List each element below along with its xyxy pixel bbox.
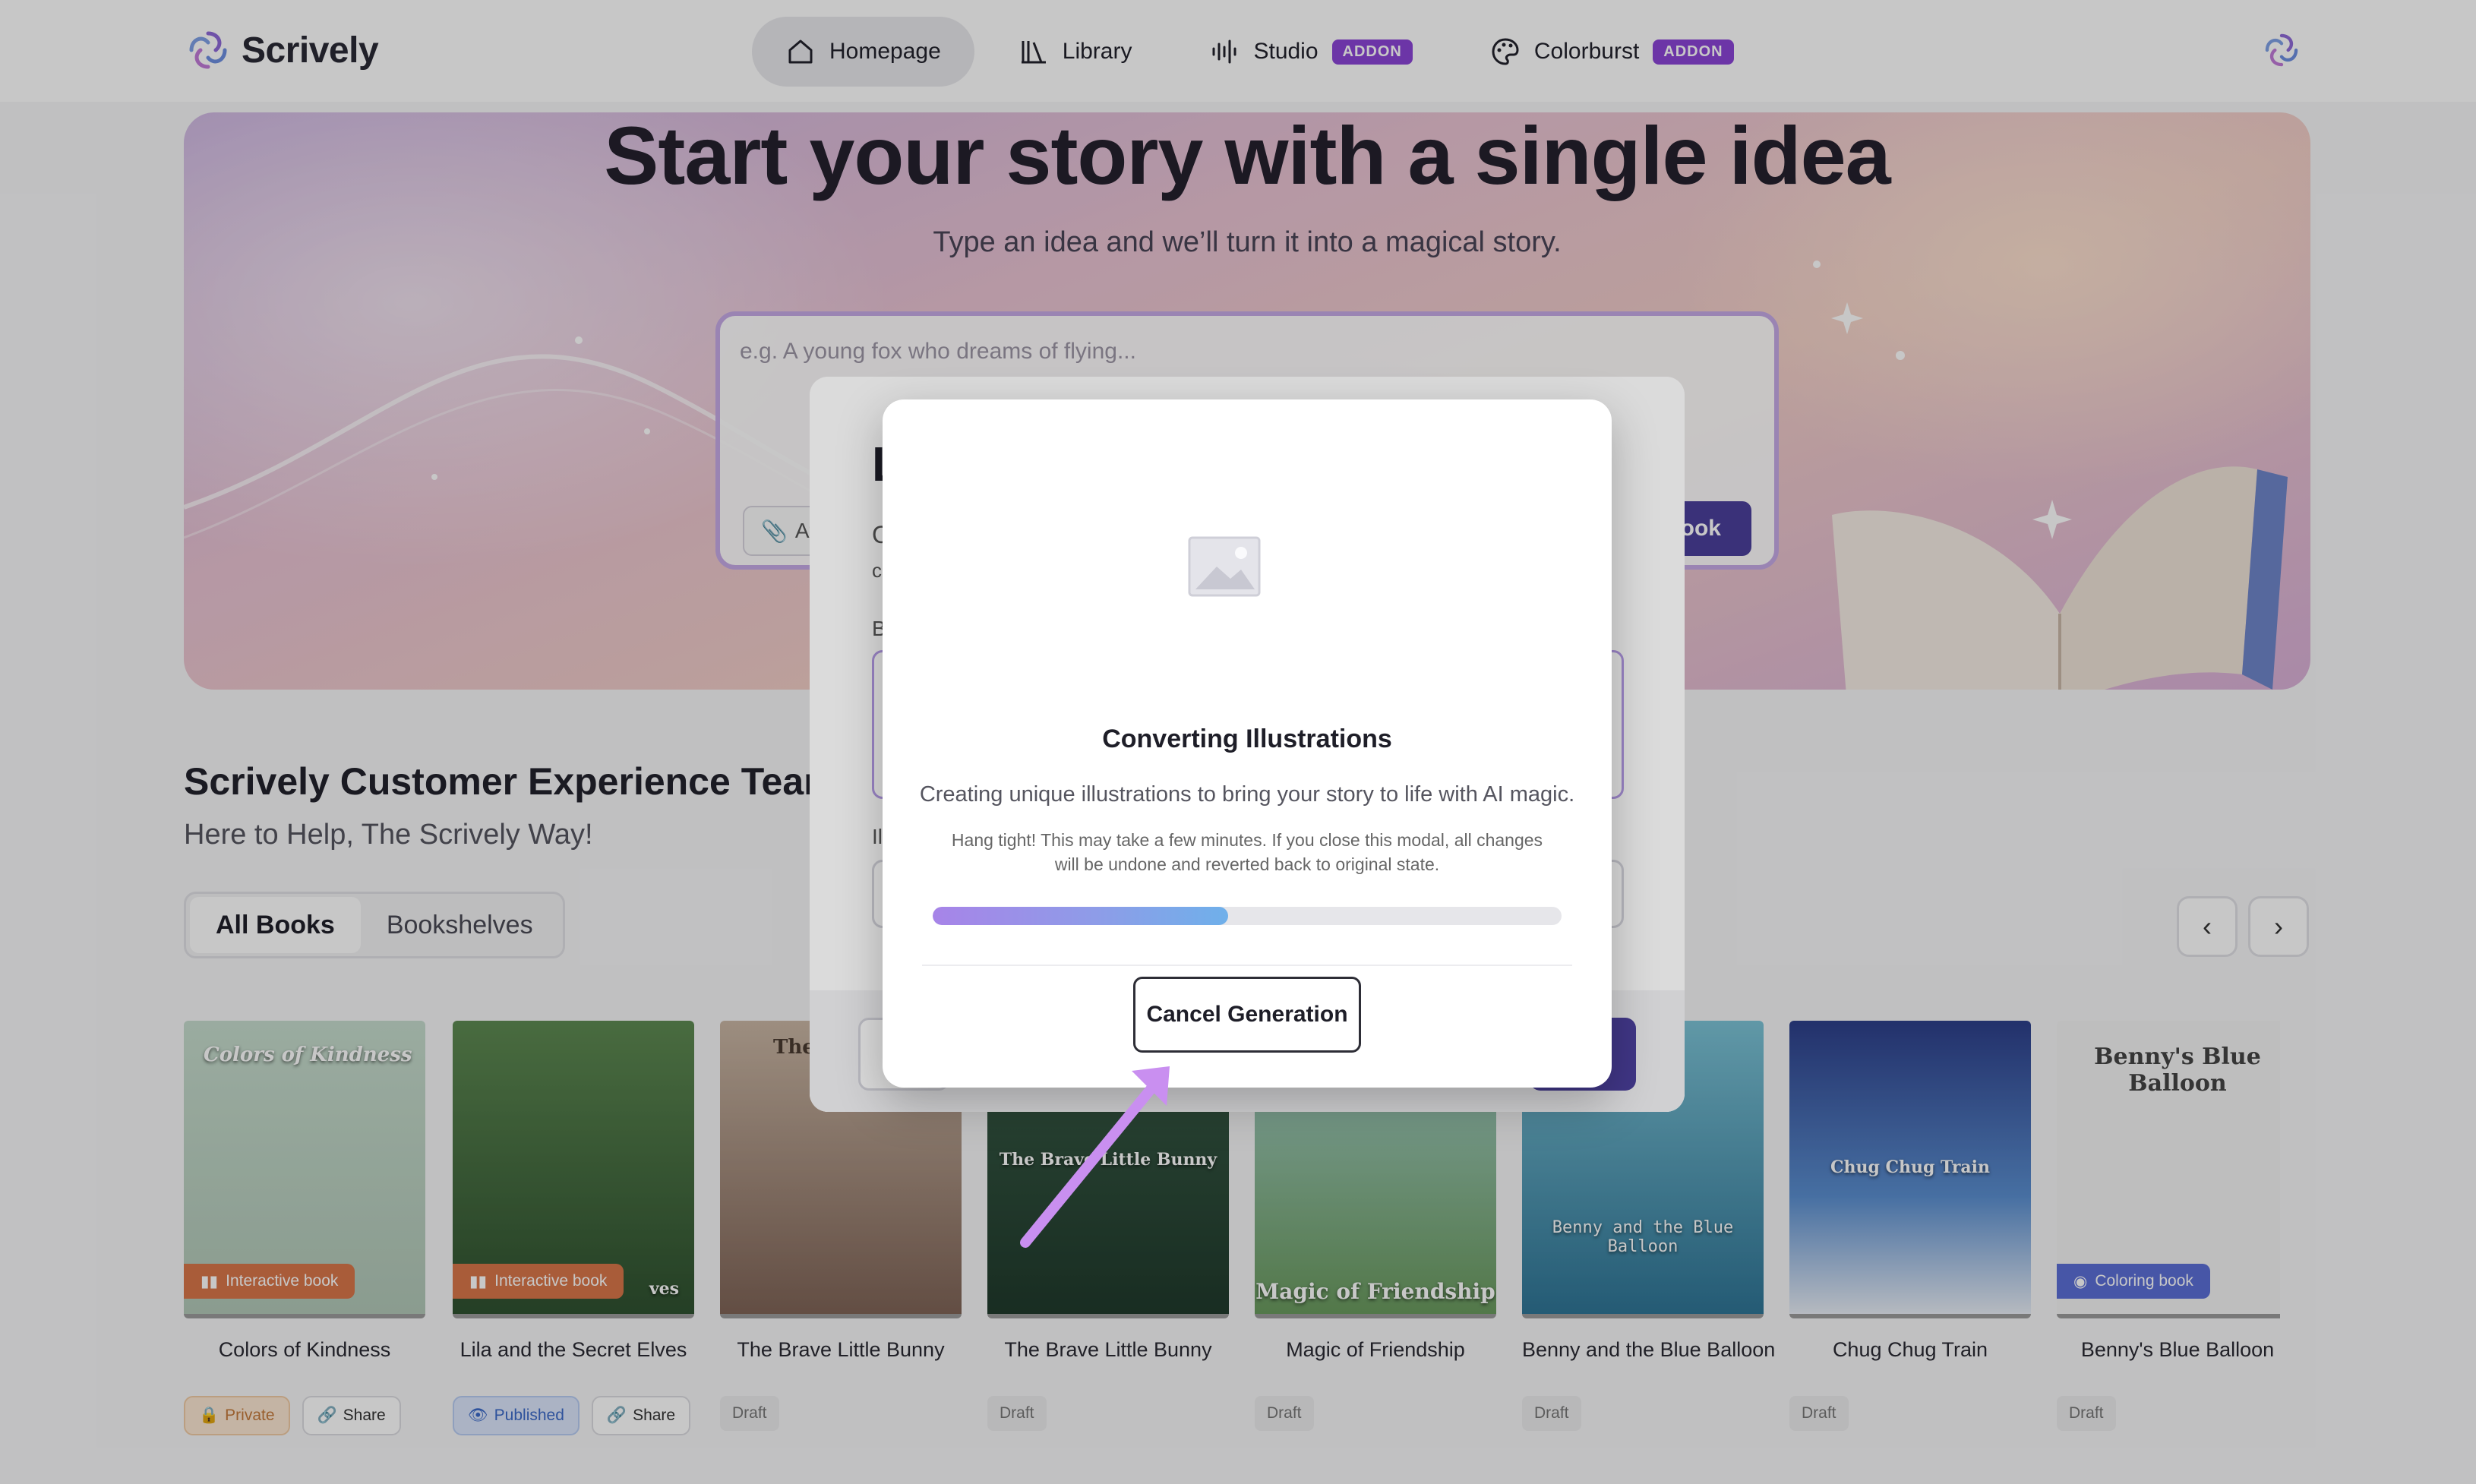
modal-warning-note: Hang tight! This may take a few minutes.… — [951, 830, 1543, 874]
progress-fill — [933, 907, 1229, 925]
modal-description: Creating unique illustrations to bring y… — [919, 782, 1575, 807]
generation-progress-bar — [933, 907, 1562, 925]
pointer-arrow-icon — [1020, 1066, 1170, 1248]
modal-divider — [922, 965, 1572, 966]
image-placeholder-icon — [1188, 536, 1261, 597]
modal-title: Converting Illustrations — [1102, 725, 1392, 753]
cancel-generation-button[interactable]: Cancel Generation — [1133, 977, 1361, 1053]
generation-progress-modal: Converting Illustrations Creating unique… — [883, 399, 1612, 1088]
